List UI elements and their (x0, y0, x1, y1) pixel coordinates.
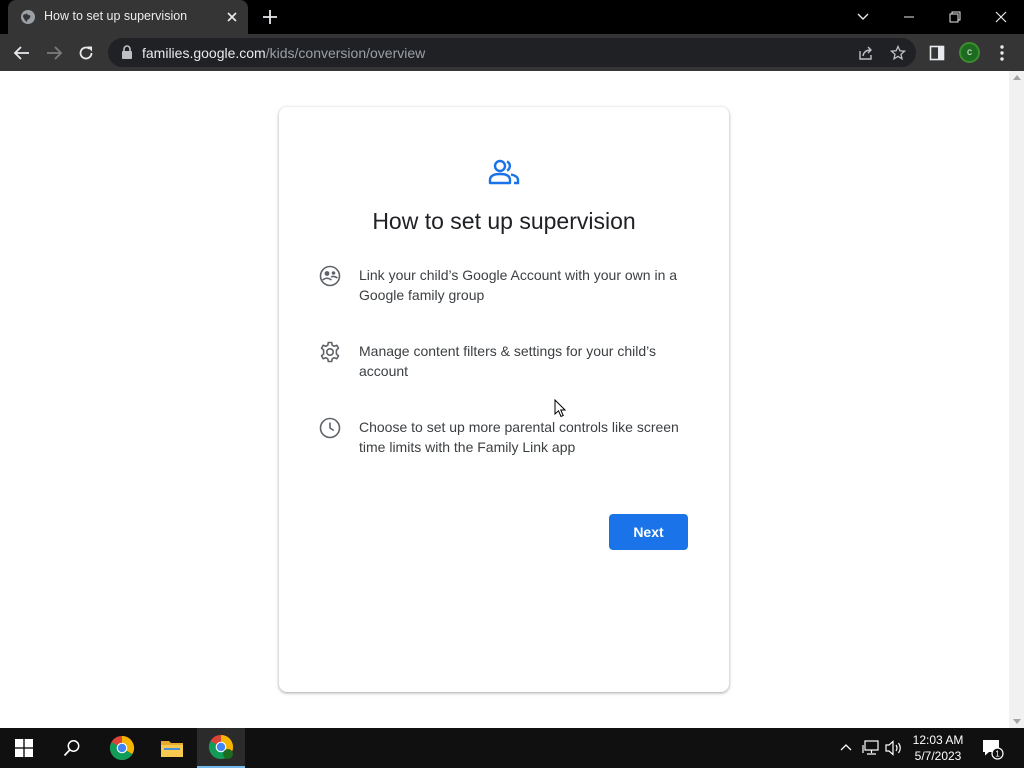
star-icon (890, 45, 906, 61)
arrow-left-icon (13, 46, 29, 60)
address-bar[interactable]: families.google.com/kids/conversion/over… (108, 38, 916, 67)
search-button[interactable] (48, 728, 96, 768)
arrow-right-icon (47, 46, 63, 60)
minimize-icon (904, 16, 914, 18)
folder-icon (161, 741, 183, 757)
network-button[interactable] (861, 738, 881, 758)
chrome-icon (109, 736, 135, 761)
taskbar-file-explorer[interactable] (148, 728, 196, 768)
close-window-button[interactable] (978, 0, 1024, 34)
taskbar-chrome-profile[interactable] (197, 728, 245, 768)
scroll-down-icon[interactable] (1013, 719, 1021, 724)
taskbar-clock[interactable]: 12:03 AM 5/7/2023 (906, 732, 970, 764)
gear-icon (320, 341, 340, 363)
tab-search-button[interactable] (840, 0, 886, 34)
notification-count: 1 (995, 750, 1000, 759)
page-scrollbar[interactable] (1009, 71, 1024, 728)
side-panel-button[interactable] (924, 40, 950, 66)
close-icon (995, 11, 1007, 23)
supervision-card: How to set up supervision Link your chil… (279, 107, 729, 692)
restore-icon (949, 11, 961, 23)
start-button[interactable] (0, 728, 48, 768)
taskbar-chrome[interactable] (98, 728, 146, 768)
menu-button[interactable] (989, 40, 1015, 66)
globe-icon (21, 10, 35, 24)
profile-avatar[interactable]: c (959, 42, 980, 63)
page-viewport: How to set up supervision Link your chil… (0, 71, 1024, 728)
minimize-button[interactable] (886, 0, 932, 34)
windows-taskbar: 12:03 AM 5/7/2023 1 (0, 728, 1024, 768)
side-panel-icon (929, 45, 945, 61)
browser-toolbar: families.google.com/kids/conversion/over… (0, 34, 1024, 71)
next-button[interactable]: Next (609, 514, 688, 550)
step-text: Manage content filters & settings for yo… (359, 343, 657, 379)
reload-icon (79, 46, 93, 60)
windows-logo-icon (15, 739, 33, 757)
chevron-down-icon (857, 13, 869, 20)
restore-button[interactable] (932, 0, 978, 34)
url-text: families.google.com/kids/conversion/over… (142, 45, 425, 61)
scroll-up-icon[interactable] (1013, 75, 1021, 80)
notification-center-icon[interactable]: 1 (980, 736, 1004, 760)
back-button[interactable] (9, 40, 35, 66)
show-hidden-icons-button[interactable] (836, 738, 856, 758)
url-path: /kids/conversion/overview (265, 45, 426, 61)
share-icon (859, 46, 872, 60)
chrome-icon (208, 735, 234, 760)
clock-icon (319, 417, 341, 439)
url-host: families.google.com (142, 45, 266, 61)
forward-button[interactable] (41, 40, 67, 66)
share-button[interactable] (856, 43, 876, 63)
page-title: How to set up supervision (372, 208, 636, 234)
new-tab-icon[interactable] (260, 7, 280, 27)
chevron-up-icon (840, 744, 852, 751)
step-text: Link your child’s Google Account with yo… (359, 267, 678, 303)
clock-time: 12:03 AM (912, 733, 964, 747)
network-icon (862, 740, 879, 755)
lock-icon[interactable] (120, 45, 134, 60)
reload-button[interactable] (73, 40, 99, 66)
mouse-cursor-icon (554, 399, 566, 418)
browser-tab-strip: How to set up supervision (0, 0, 1024, 34)
close-tab-icon[interactable] (224, 9, 240, 25)
step-text: Choose to set up more parental controls … (359, 419, 679, 455)
family-group-icon (488, 159, 520, 185)
family-group-icon (319, 265, 341, 287)
bookmark-button[interactable] (888, 43, 908, 63)
speaker-icon (885, 740, 901, 756)
tab-title: How to set up supervision (44, 9, 188, 23)
clock-date: 5/7/2023 (914, 749, 962, 763)
volume-button[interactable] (884, 738, 904, 758)
more-vertical-icon (1000, 45, 1004, 61)
search-icon (63, 740, 80, 757)
browser-tab[interactable]: How to set up supervision (8, 0, 248, 34)
